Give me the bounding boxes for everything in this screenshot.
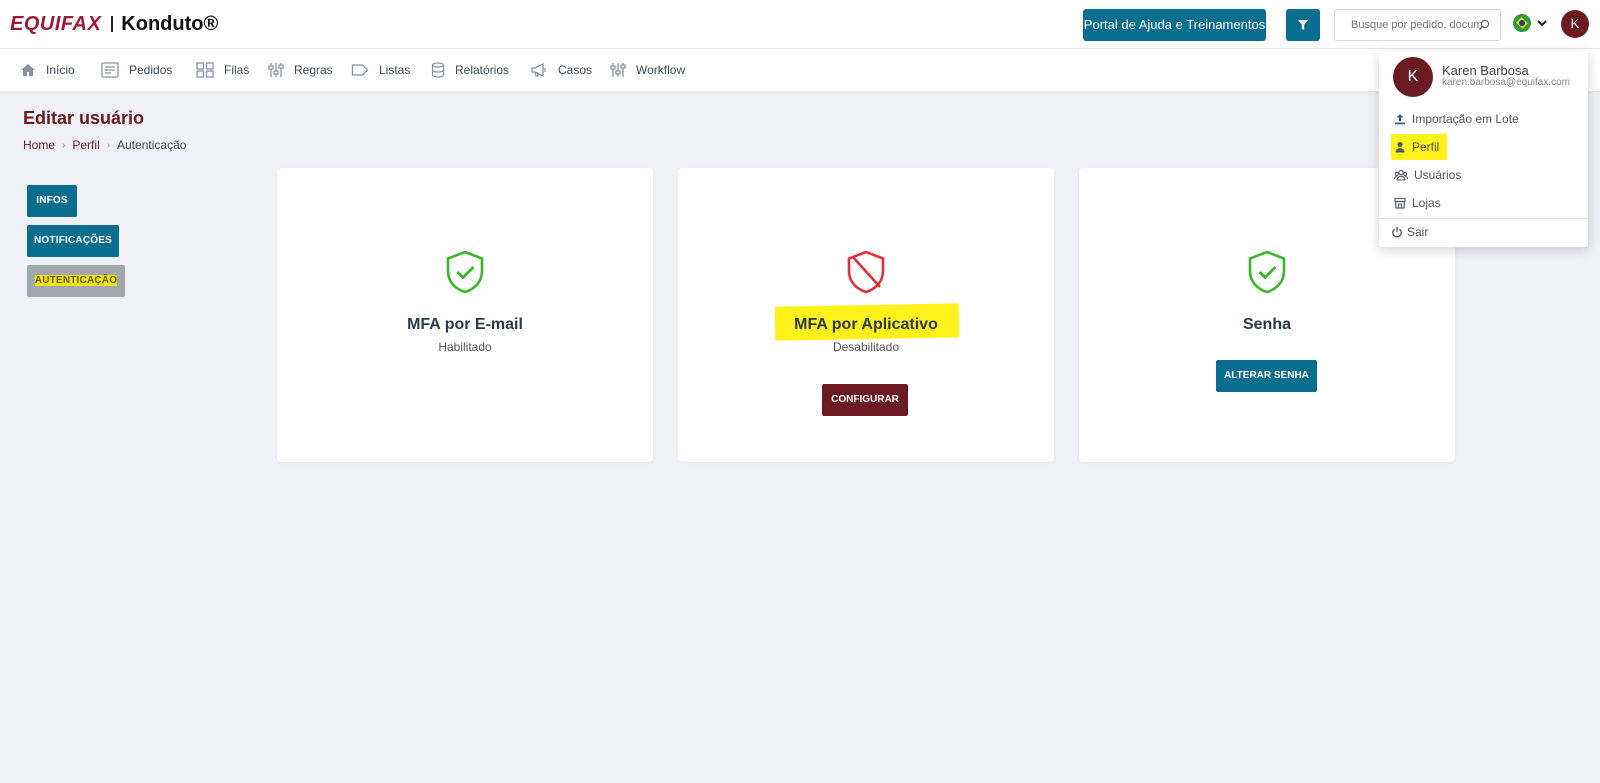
logo-separator	[111, 16, 114, 32]
nav-item-regras[interactable]: Regras	[268, 49, 333, 91]
filter-button[interactable]	[1286, 9, 1320, 41]
megaphone-icon	[531, 63, 546, 77]
menu-item-lojas[interactable]: Lojas	[1394, 194, 1441, 212]
breadcrumb-current: Autenticação	[117, 138, 187, 152]
menu-item-label: Lojas	[1412, 196, 1441, 210]
home-icon	[21, 64, 35, 76]
tab-infos[interactable]: INFOS	[27, 185, 77, 217]
menu-item-label: Importação em Lote	[1412, 112, 1519, 126]
orders-icon	[101, 62, 119, 78]
mfa-app-card: MFA por Aplicativo Desabilitado CONFIGUR…	[678, 168, 1054, 462]
filter-icon	[1298, 20, 1308, 30]
upload-icon	[1395, 114, 1405, 125]
search-box	[1334, 9, 1501, 41]
users-icon	[1394, 169, 1408, 181]
card-title: Senha	[1242, 316, 1291, 333]
menu-item-perfil[interactable]: Perfil	[1391, 134, 1447, 160]
tag-icon	[351, 64, 369, 76]
top-header: EQUIFAX Konduto® Portal de Ajuda e Trein…	[0, 0, 1600, 48]
tab-autenticacao-label: AUTENTICAÇÃO	[34, 275, 118, 286]
menu-item-label: Sair	[1407, 225, 1429, 239]
nav-item-label: Casos	[558, 63, 593, 77]
nav-item-label: Workflow	[636, 63, 686, 77]
user-avatar[interactable]: K	[1561, 10, 1589, 38]
menu-item-sair[interactable]: Sair	[1391, 223, 1428, 241]
breadcrumb: Home › Perfil › Autenticação	[23, 138, 186, 152]
menu-item-importacao[interactable]: Importação em Lote	[1394, 110, 1519, 128]
konduto-logo-text: Konduto®	[121, 12, 219, 35]
nav-item-relatorios[interactable]: Relatórios	[431, 49, 509, 91]
search-icon[interactable]	[1478, 19, 1490, 31]
nav-item-label: Início	[46, 63, 75, 77]
breadcrumb-chevron-icon: ›	[106, 139, 111, 151]
search-input[interactable]	[1351, 10, 1483, 40]
power-icon	[1392, 226, 1402, 238]
nav-item-casos[interactable]: Casos	[531, 49, 592, 91]
store-icon	[1394, 197, 1406, 209]
language-selector[interactable]	[1513, 14, 1549, 32]
mfa-email-card: MFA por E-mail Habilitado	[277, 168, 653, 462]
breadcrumb-perfil[interactable]: Perfil	[72, 138, 99, 152]
sliders-icon	[268, 63, 284, 77]
nav-item-pedidos[interactable]: Pedidos	[101, 49, 172, 91]
grid-icon	[196, 62, 214, 78]
sliders-icon	[610, 63, 626, 77]
card-status: Desabilitado	[832, 340, 900, 354]
card-status: Habilitado	[438, 340, 492, 354]
help-portal-button[interactable]: Portal de Ajuda e Treinamentos	[1083, 9, 1266, 41]
nav-item-filas[interactable]: Filas	[196, 49, 249, 91]
tab-notificacoes[interactable]: NOTIFICAÇÕES	[27, 225, 119, 257]
card-title: MFA por Aplicativo	[794, 316, 938, 333]
equifax-logo-text: EQUIFAX	[10, 12, 102, 35]
database-icon	[431, 62, 445, 78]
nav-item-label: Pedidos	[129, 63, 173, 77]
menu-item-label: Perfil	[1412, 140, 1440, 154]
nav-item-listas[interactable]: Listas	[351, 49, 410, 91]
menu-item-usuarios[interactable]: Usuários	[1394, 166, 1461, 184]
brazil-flag-icon	[1513, 14, 1531, 32]
nav-item-label: Listas	[379, 63, 411, 77]
nav-item-label: Filas	[224, 63, 250, 77]
shield-check-icon	[1248, 250, 1286, 294]
main-nav: Início Pedidos Filas Regras Listas Relat…	[0, 48, 1600, 91]
logo[interactable]: EQUIFAX Konduto®	[10, 12, 218, 36]
nav-item-label: Relatórios	[455, 63, 510, 77]
menu-divider	[1379, 218, 1588, 219]
tab-autenticacao[interactable]: AUTENTICAÇÃO	[27, 265, 125, 297]
shield-check-icon	[446, 250, 484, 294]
chevron-down-icon	[1537, 20, 1547, 27]
nav-item-label: Regras	[294, 63, 333, 77]
nav-item-inicio[interactable]: Início	[20, 49, 75, 91]
page-title: Editar usuário	[23, 108, 145, 128]
dropdown-avatar: K	[1393, 57, 1433, 97]
menu-item-label: Usuários	[1414, 168, 1462, 182]
nav-item-workflow[interactable]: Workflow	[610, 49, 685, 91]
user-name: Karen Barbosa	[1442, 63, 1529, 78]
alterar-senha-button[interactable]: ALTERAR SENHA	[1216, 360, 1317, 392]
card-title: MFA por E-mail	[407, 316, 523, 333]
user-icon	[1395, 142, 1405, 153]
breadcrumb-chevron-icon: ›	[62, 139, 66, 151]
user-dropdown-menu: K Karen Barbosa karen.barbosa@equifax.co…	[1379, 51, 1588, 247]
shield-off-icon	[847, 250, 885, 294]
breadcrumb-home[interactable]: Home	[23, 138, 55, 152]
user-email: karen.barbosa@equifax.com	[1442, 77, 1570, 88]
configurar-button[interactable]: CONFIGURAR	[822, 384, 908, 416]
